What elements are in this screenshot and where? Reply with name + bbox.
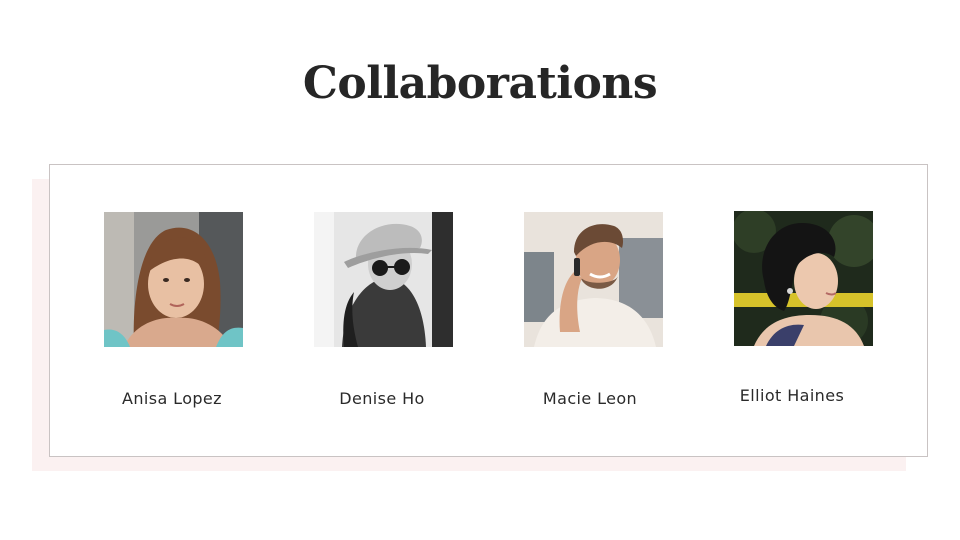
portrait-woman-brown-hair-icon — [104, 212, 243, 347]
portrait-anisa-photo — [104, 212, 243, 347]
portrait-woman-hat-sunglasses-icon — [314, 212, 453, 347]
collaborator-name: Macie Leon — [542, 389, 638, 408]
portrait-elliot-photo — [734, 211, 873, 346]
portrait-woman-curly-hair-icon — [734, 211, 873, 346]
collaborator-name: Elliot Haines — [739, 386, 845, 405]
portrait-denise-photo — [314, 212, 453, 347]
page-title: Collaborations — [302, 58, 658, 109]
collaborators-card: Anisa Lopez Denise Ho Macie Leon Elliot … — [49, 164, 928, 457]
portrait-man-on-phone-icon — [524, 212, 663, 347]
collaborator-name: Denise Ho — [339, 389, 425, 408]
portrait-macie-photo — [524, 212, 663, 347]
collaborator-name: Anisa Lopez — [122, 389, 222, 408]
